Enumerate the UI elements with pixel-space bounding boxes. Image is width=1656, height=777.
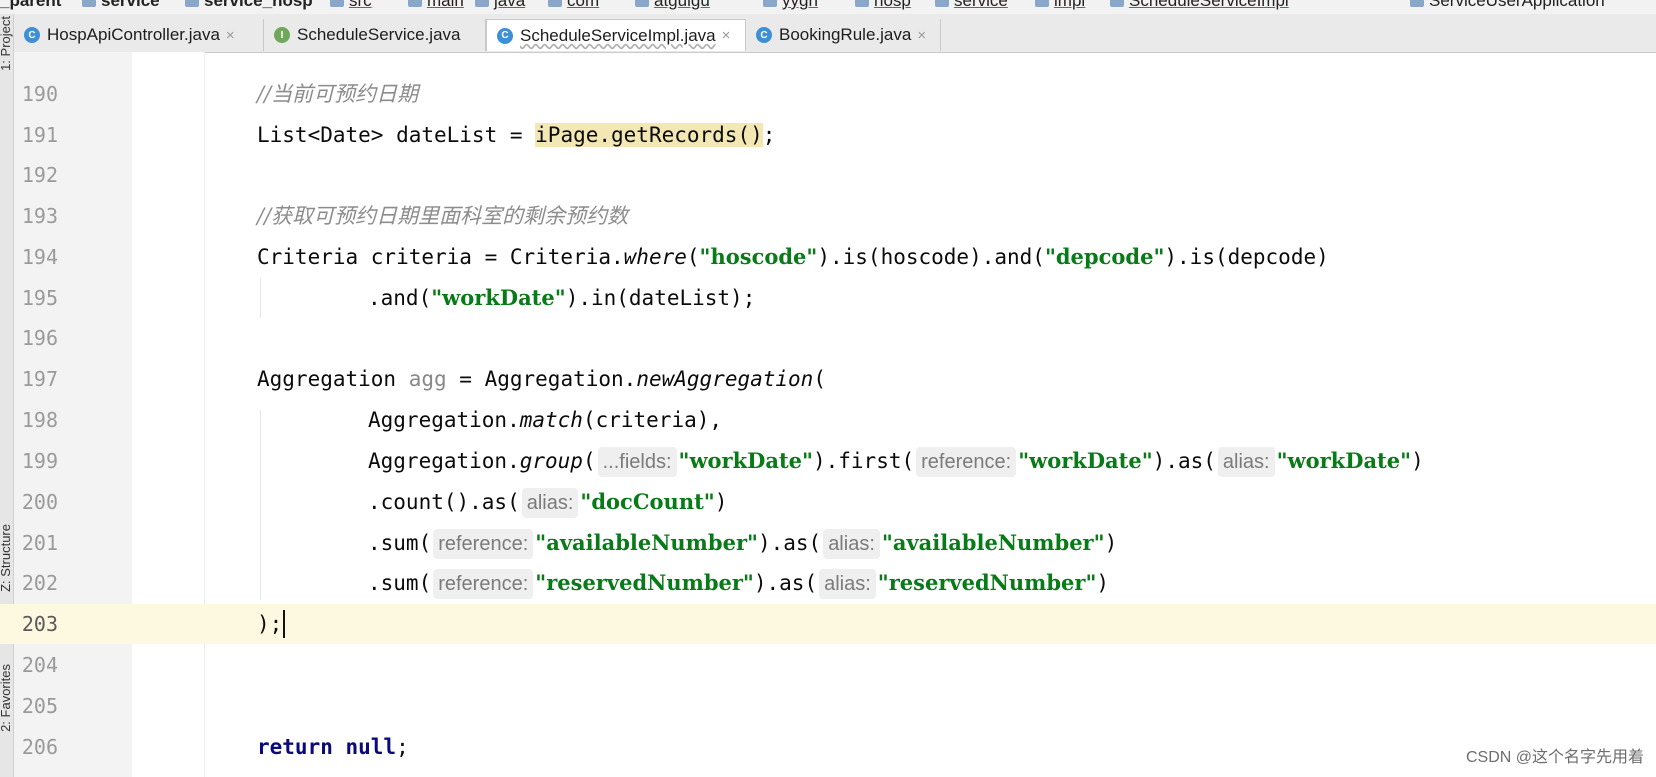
code-line-201[interactable]: .sum(reference: "availableNumber").as(ali… bbox=[368, 523, 1117, 563]
line-number: 198 bbox=[21, 408, 58, 432]
tab-schedule-service[interactable]: I ScheduleService.java bbox=[264, 19, 486, 51]
line-number: 205 bbox=[21, 694, 58, 718]
project-tool-button[interactable]: 1: Project bbox=[0, 16, 13, 71]
line-number: 193 bbox=[21, 204, 58, 228]
package-icon bbox=[935, 0, 949, 7]
line-number: 195 bbox=[21, 286, 58, 310]
indent-guide bbox=[260, 410, 261, 600]
code-comment[interactable]: //获取可预约日期里面科室的剩余预约数 bbox=[257, 196, 628, 236]
line-number: 206 bbox=[21, 735, 58, 759]
code-line-197[interactable]: Aggregation agg = Aggregation.newAggrega… bbox=[257, 359, 826, 399]
java-interface-icon: I bbox=[274, 27, 290, 43]
breadcrumb-item[interactable]: service_hosp bbox=[185, 0, 313, 11]
tab-hosp-api-controller[interactable]: C HospApiController.java × bbox=[14, 19, 264, 51]
parameter-hint: reference: bbox=[433, 569, 534, 599]
structure-tool-button[interactable]: Z: Structure bbox=[0, 524, 13, 592]
java-class-icon: C bbox=[756, 27, 772, 43]
close-icon[interactable]: × bbox=[226, 27, 235, 44]
tab-label: ScheduleService.java bbox=[297, 25, 461, 44]
line-number: 199 bbox=[21, 449, 58, 473]
breadcrumb-item[interactable]: _parent bbox=[0, 0, 61, 11]
close-icon[interactable]: × bbox=[917, 27, 926, 44]
line-number: 191 bbox=[21, 123, 58, 147]
line-number: 190 bbox=[21, 82, 58, 106]
code-line-202[interactable]: .sum(reference: "reservedNumber").as(alia… bbox=[368, 563, 1109, 603]
parameter-hint: alias: bbox=[1217, 447, 1275, 477]
favorites-tool-button[interactable]: 2: Favorites bbox=[0, 664, 13, 732]
editor-tab-bar: C HospApiController.java × I ScheduleSer… bbox=[14, 14, 1656, 53]
java-class-icon: C bbox=[497, 27, 513, 44]
tab-label: BookingRule.java bbox=[779, 25, 912, 44]
current-line-highlight bbox=[0, 604, 1656, 644]
indent-guide bbox=[260, 278, 261, 318]
code-line-195[interactable]: .and("workDate").in(dateList); bbox=[368, 278, 755, 318]
breadcrumb-item[interactable]: main bbox=[408, 0, 464, 11]
run-config-selector[interactable]: ServiceUserApplication bbox=[1410, 0, 1605, 11]
code-line-194[interactable]: Criteria criteria = Criteria.where("hosc… bbox=[257, 237, 1329, 277]
breadcrumb-item[interactable]: com bbox=[548, 0, 599, 11]
tab-schedule-service-impl[interactable]: C ScheduleServiceImpl.java × bbox=[486, 19, 746, 51]
code-comment[interactable]: //当前可预约日期 bbox=[257, 74, 418, 114]
breadcrumb-item[interactable]: impl bbox=[1035, 0, 1085, 11]
breadcrumb-item[interactable]: service bbox=[82, 0, 160, 11]
code-line-191[interactable]: List<Date> dateList = iPage.getRecords()… bbox=[257, 115, 775, 155]
line-number: 194 bbox=[21, 245, 58, 269]
tab-booking-rule[interactable]: C BookingRule.java × bbox=[746, 19, 941, 51]
class-icon bbox=[1110, 0, 1124, 7]
package-icon bbox=[635, 0, 649, 7]
breadcrumb-item[interactable]: ScheduleServiceImpl bbox=[1110, 0, 1289, 11]
parameter-hint: ...fields: bbox=[597, 447, 677, 477]
java-class-icon: C bbox=[24, 27, 40, 43]
line-number: 203 bbox=[21, 612, 58, 636]
folder-icon bbox=[475, 0, 489, 7]
tab-label: HospApiController.java bbox=[47, 25, 220, 44]
code-line-200[interactable]: .count().as(alias: "docCount") bbox=[368, 482, 727, 522]
parameter-hint: alias: bbox=[521, 488, 579, 518]
breadcrumb-item[interactable]: yygh bbox=[763, 0, 818, 11]
code-line-198[interactable]: Aggregation.match(criteria), bbox=[368, 400, 722, 440]
tab-label: ScheduleServiceImpl.java bbox=[520, 25, 716, 45]
parameter-hint: reference: bbox=[433, 529, 534, 559]
close-icon[interactable]: × bbox=[722, 27, 731, 44]
module-icon bbox=[185, 0, 199, 7]
package-icon bbox=[548, 0, 562, 7]
line-number: 201 bbox=[21, 531, 58, 555]
code-line-203[interactable]: ); bbox=[257, 604, 282, 644]
parameter-hint: alias: bbox=[819, 569, 876, 599]
code-line-206[interactable]: return null; bbox=[257, 727, 409, 767]
watermark: CSDN @这个名字先用着 bbox=[1465, 749, 1644, 766]
breadcrumb-item[interactable]: java bbox=[475, 0, 525, 11]
navigation-breadcrumb: _parent service service_hosp src main ja… bbox=[0, 0, 1656, 15]
package-icon bbox=[1035, 0, 1049, 7]
line-number: 204 bbox=[21, 653, 58, 677]
code-line-199[interactable]: Aggregation.group(...fields: "workDate").… bbox=[368, 441, 1424, 481]
parameter-hint: reference: bbox=[916, 447, 1017, 477]
package-icon bbox=[855, 0, 869, 7]
breadcrumb-item[interactable]: atguigu bbox=[635, 0, 710, 11]
folder-icon bbox=[330, 0, 344, 7]
module-icon bbox=[82, 0, 96, 7]
breadcrumb-item[interactable]: src bbox=[330, 0, 372, 11]
folder-icon bbox=[408, 0, 422, 7]
line-number: 202 bbox=[21, 571, 58, 595]
identifier-highlight: iPage.getRecords() bbox=[535, 123, 763, 147]
tool-window-strip: 1: Project Z: Structure 2: Favorites bbox=[0, 14, 14, 777]
line-number: 192 bbox=[21, 163, 58, 187]
line-number: 197 bbox=[21, 367, 58, 391]
breadcrumb-item[interactable]: service bbox=[935, 0, 1008, 11]
line-number: 200 bbox=[21, 490, 58, 514]
text-caret bbox=[283, 610, 285, 638]
line-number: 196 bbox=[21, 326, 58, 350]
fold-column[interactable] bbox=[132, 52, 205, 777]
package-icon bbox=[763, 0, 777, 7]
parameter-hint: alias: bbox=[823, 529, 880, 559]
breadcrumb-item[interactable]: hosp bbox=[855, 0, 911, 11]
run-config-icon bbox=[1410, 0, 1424, 7]
